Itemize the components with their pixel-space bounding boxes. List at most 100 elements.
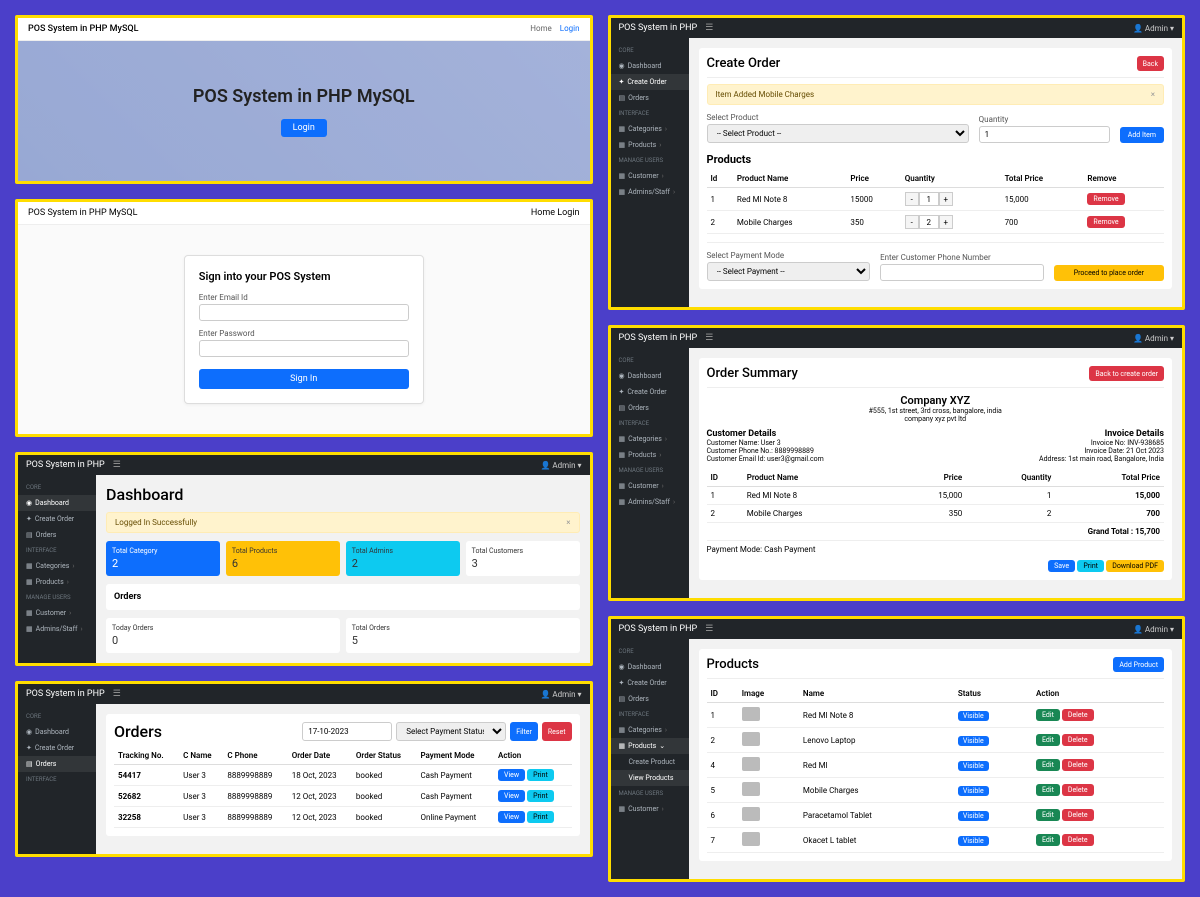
status-select[interactable]: Select Payment Status bbox=[396, 722, 506, 741]
edit-button[interactable]: Edit bbox=[1036, 709, 1060, 721]
user-menu[interactable]: 👤 Admin ▾ bbox=[1133, 625, 1174, 634]
view-button[interactable]: View bbox=[498, 790, 525, 802]
close-icon[interactable]: × bbox=[566, 518, 570, 527]
sidebar-item-create-order[interactable]: ✦ Create Order bbox=[611, 384, 689, 400]
edit-button[interactable]: Edit bbox=[1036, 784, 1060, 796]
product-select[interactable]: -- Select Product -- bbox=[707, 124, 969, 143]
sidebar-item-categories[interactable]: ▦ Categories bbox=[611, 722, 689, 738]
payment-select[interactable]: -- Select Payment -- bbox=[707, 262, 871, 281]
menu-icon[interactable]: ☰ bbox=[705, 624, 713, 634]
nav-home[interactable]: Home bbox=[531, 208, 555, 218]
back-button[interactable]: Back bbox=[1137, 56, 1164, 71]
date-input[interactable] bbox=[302, 722, 392, 741]
reset-button[interactable]: Reset bbox=[542, 722, 572, 741]
signin-button[interactable]: Sign In bbox=[199, 369, 409, 389]
qty-input[interactable] bbox=[979, 126, 1110, 143]
delete-button[interactable]: Delete bbox=[1062, 834, 1094, 846]
edit-button[interactable]: Edit bbox=[1036, 834, 1060, 846]
save-button[interactable]: Save bbox=[1048, 560, 1075, 572]
sidebar-item-admins[interactable]: ▦ Admins/Staff bbox=[18, 621, 96, 637]
nav-home[interactable]: Home bbox=[530, 24, 552, 34]
table-row: 1Red MI Note 815000-+15,000Remove bbox=[707, 188, 1165, 211]
table-row: 1Red MI Note 815,000115,000 bbox=[707, 487, 1165, 505]
add-product-button[interactable]: Add Product bbox=[1113, 657, 1164, 672]
sidebar-item-customer[interactable]: ▦ Customer bbox=[611, 801, 689, 817]
delete-button[interactable]: Delete bbox=[1062, 734, 1094, 746]
edit-button[interactable]: Edit bbox=[1036, 809, 1060, 821]
sidebar: CORE ◉ Dashboard ✦ Create Order ▤ Orders… bbox=[611, 348, 689, 598]
sidebar-item-create-order[interactable]: ✦ Create Order bbox=[18, 511, 96, 527]
edit-button[interactable]: Edit bbox=[1036, 734, 1060, 746]
sidebar-item-create-order[interactable]: ✦ Create Order bbox=[611, 74, 689, 90]
sidebar-item-dashboard[interactable]: ◉ Dashboard bbox=[611, 368, 689, 384]
sidebar-item-admins[interactable]: ▦ Admins/Staff bbox=[611, 494, 689, 510]
menu-icon[interactable]: ☰ bbox=[705, 23, 713, 33]
sidebar-item-products[interactable]: ▦ Products ⌄ bbox=[611, 738, 689, 754]
items-table: IdProduct NamePriceQuantityTotal PriceRe… bbox=[707, 170, 1165, 234]
print-button[interactable]: Print bbox=[527, 790, 554, 802]
menu-icon[interactable]: ☰ bbox=[113, 689, 121, 699]
sidebar-item-orders[interactable]: ▤ Orders bbox=[611, 90, 689, 106]
user-menu[interactable]: 👤 Admin ▾ bbox=[1133, 24, 1174, 33]
orders-table: Tracking No.C NameC PhoneOrder DateOrder… bbox=[114, 747, 572, 828]
user-menu[interactable]: 👤 Admin ▾ bbox=[540, 690, 581, 699]
panel-products: POS System in PHP☰👤 Admin ▾ CORE ◉ Dashb… bbox=[608, 616, 1186, 882]
sidebar-item-categories[interactable]: ▦ Categories bbox=[18, 558, 96, 574]
edit-button[interactable]: Edit bbox=[1036, 759, 1060, 771]
password-field[interactable] bbox=[199, 340, 409, 357]
sidebar-item-customer[interactable]: ▦ Customer bbox=[611, 168, 689, 184]
sidebar-item-create-order[interactable]: ✦ Create Order bbox=[611, 675, 689, 691]
sidebar-item-products[interactable]: ▦ Products bbox=[18, 574, 96, 590]
download-pdf-button[interactable]: Download PDF bbox=[1106, 560, 1164, 572]
sidebar-item-orders[interactable]: ▤ Orders bbox=[611, 691, 689, 707]
delete-button[interactable]: Delete bbox=[1062, 809, 1094, 821]
nav-login[interactable]: Login bbox=[560, 24, 580, 34]
sidebar-item-dashboard[interactable]: ◉ Dashboard bbox=[18, 724, 96, 740]
stat-admins: Total Admins2 bbox=[346, 541, 460, 576]
menu-icon[interactable]: ☰ bbox=[705, 333, 713, 343]
sidebar-item-customer[interactable]: ▦ Customer bbox=[611, 478, 689, 494]
sidebar-item-categories[interactable]: ▦ Categories bbox=[611, 121, 689, 137]
sidebar-item-orders[interactable]: ▤ Orders bbox=[18, 527, 96, 543]
sidebar-item-admins[interactable]: ▦ Admins/Staff bbox=[611, 184, 689, 200]
qty-stepper[interactable]: -+ bbox=[905, 192, 953, 206]
sidebar-item-dashboard[interactable]: ◉ Dashboard bbox=[611, 58, 689, 74]
view-button[interactable]: View bbox=[498, 769, 525, 781]
sidebar-item-categories[interactable]: ▦ Categories bbox=[611, 431, 689, 447]
sidebar-item-dashboard[interactable]: ◉ Dashboard bbox=[18, 495, 96, 511]
view-button[interactable]: View bbox=[498, 811, 525, 823]
table-row: 52682User 3888999888912 Oct, 2023bookedC… bbox=[114, 786, 572, 807]
print-button[interactable]: Print bbox=[527, 811, 554, 823]
user-menu[interactable]: 👤 Admin ▾ bbox=[540, 461, 581, 470]
sidebar: CORE ◉ Dashboard ✦ Create Order ▤ Orders… bbox=[18, 704, 96, 854]
nav-login[interactable]: Login bbox=[557, 208, 579, 218]
sidebar-item-products[interactable]: ▦ Products bbox=[611, 137, 689, 153]
print-button[interactable]: Print bbox=[527, 769, 554, 781]
email-field[interactable] bbox=[199, 304, 409, 321]
close-icon[interactable]: × bbox=[1151, 90, 1155, 99]
sidebar-item-orders[interactable]: ▤ Orders bbox=[611, 400, 689, 416]
phone-input[interactable] bbox=[880, 264, 1044, 281]
sidebar-item-dashboard[interactable]: ◉ Dashboard bbox=[611, 659, 689, 675]
delete-button[interactable]: Delete bbox=[1062, 709, 1094, 721]
print-button[interactable]: Print bbox=[1077, 560, 1104, 572]
sidebar-item-create-product[interactable]: Create Product bbox=[611, 754, 689, 770]
filter-button[interactable]: Filter bbox=[510, 722, 538, 741]
delete-button[interactable]: Delete bbox=[1062, 784, 1094, 796]
add-item-button[interactable]: Add Item bbox=[1120, 127, 1164, 143]
remove-button[interactable]: Remove bbox=[1087, 193, 1124, 205]
back-button[interactable]: Back to create order bbox=[1089, 366, 1164, 381]
menu-icon[interactable]: ☰ bbox=[113, 460, 121, 470]
qty-stepper[interactable]: -+ bbox=[905, 215, 953, 229]
remove-button[interactable]: Remove bbox=[1087, 216, 1124, 228]
sidebar-item-orders[interactable]: ▤ Orders bbox=[18, 756, 96, 772]
delete-button[interactable]: Delete bbox=[1062, 759, 1094, 771]
sidebar-item-view-products[interactable]: View Products bbox=[611, 770, 689, 786]
user-menu[interactable]: 👤 Admin ▾ bbox=[1133, 334, 1174, 343]
login-button[interactable]: Login bbox=[281, 119, 327, 137]
sidebar-item-create-order[interactable]: ✦ Create Order bbox=[18, 740, 96, 756]
page-title: Dashboard bbox=[106, 485, 580, 504]
sidebar-item-customer[interactable]: ▦ Customer bbox=[18, 605, 96, 621]
sidebar-item-products[interactable]: ▦ Products bbox=[611, 447, 689, 463]
proceed-button[interactable]: Proceed to place order bbox=[1054, 265, 1164, 281]
